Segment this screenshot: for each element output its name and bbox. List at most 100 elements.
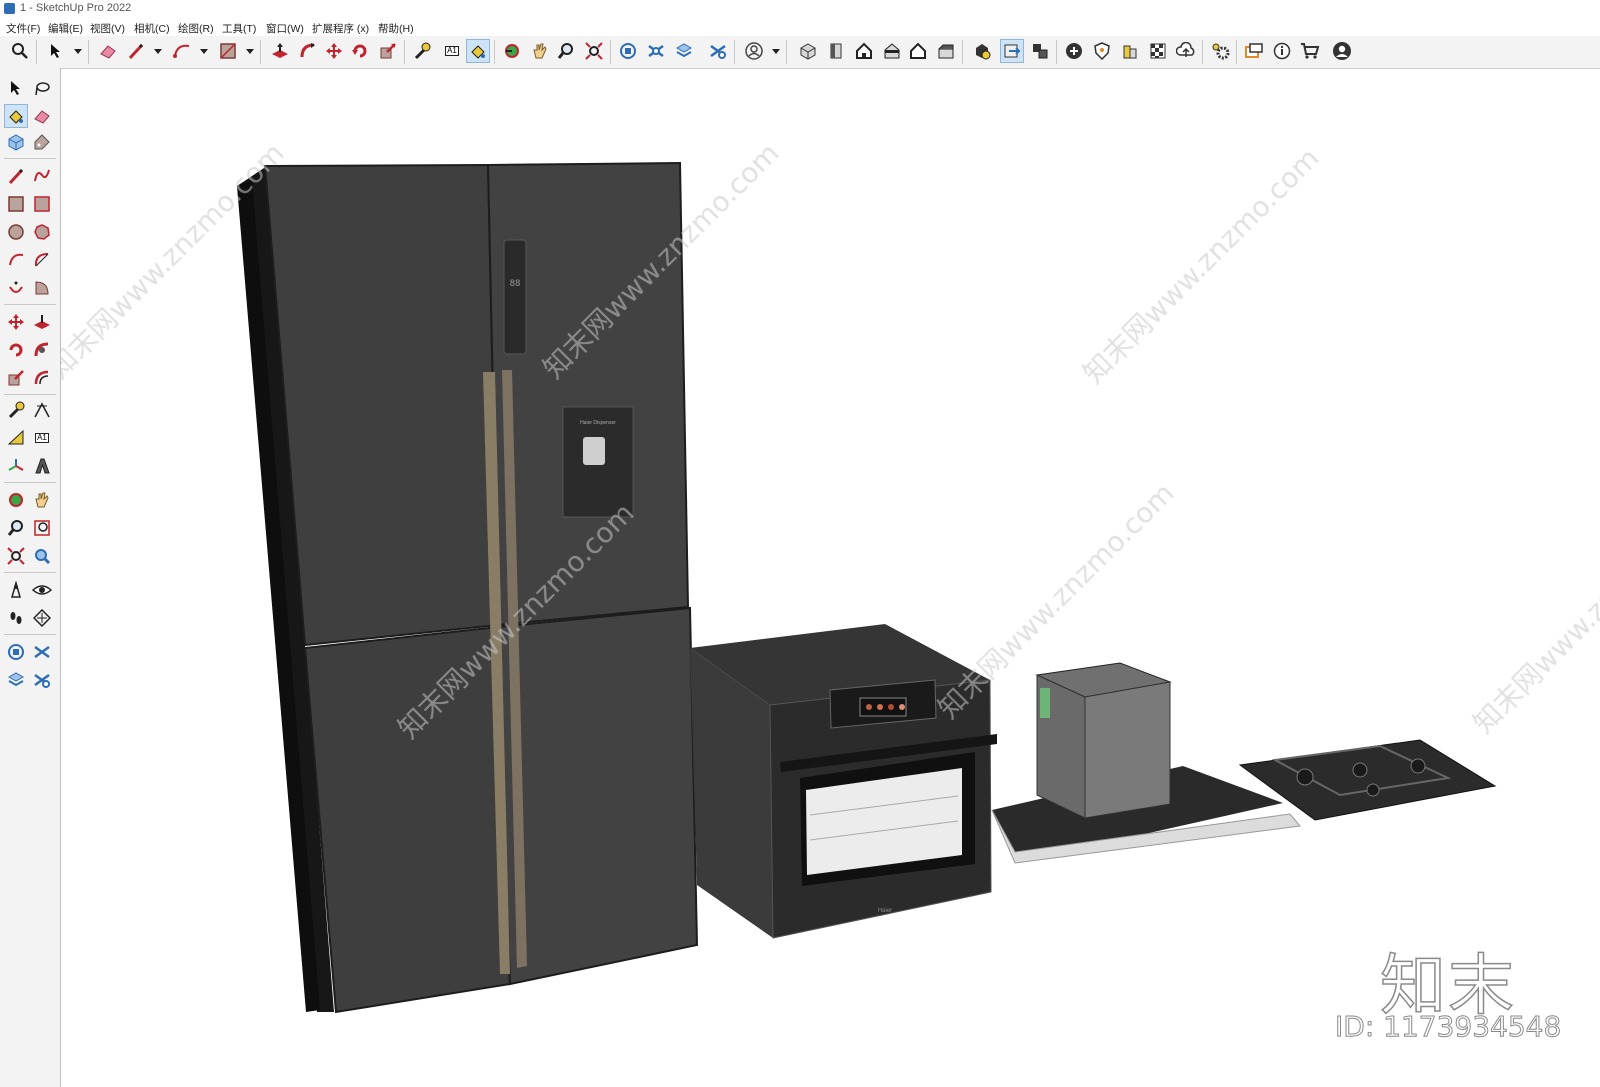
- dimension-tool-icon[interactable]: [30, 398, 54, 422]
- account-icon[interactable]: [742, 39, 766, 63]
- fridge-lower-left-door[interactable]: [303, 625, 512, 1014]
- account-dropdown-icon[interactable]: [772, 49, 780, 54]
- burner-4-icon[interactable]: [1366, 783, 1380, 797]
- add-circle-icon[interactable]: [1062, 39, 1086, 63]
- menu-help[interactable]: 帮助(H): [378, 21, 414, 36]
- follow-me-icon[interactable]: [296, 39, 320, 63]
- shopping-cart-icon[interactable]: [1298, 39, 1322, 63]
- info-icon[interactable]: [1270, 39, 1294, 63]
- polygon-tool-icon[interactable]: [30, 220, 54, 244]
- warehouse-tool-icon[interactable]: [4, 640, 28, 664]
- zoom-window-icon[interactable]: [30, 516, 54, 540]
- previous-view-icon[interactable]: [30, 544, 54, 568]
- rectangle-tool-icon[interactable]: [4, 192, 28, 216]
- zoom-tool-icon[interactable]: [4, 516, 28, 540]
- burner-2-icon[interactable]: [1352, 762, 1368, 778]
- shield-icon[interactable]: [1090, 39, 1114, 63]
- send-to-layout-icon[interactable]: [1028, 39, 1052, 63]
- menu-view[interactable]: 视图(V): [90, 21, 125, 36]
- tag-tool-icon[interactable]: [30, 130, 54, 154]
- line-dropdown-icon[interactable]: [154, 49, 162, 54]
- follow-me-tool-icon[interactable]: [30, 338, 54, 362]
- zoom-search-icon[interactable]: [8, 39, 32, 63]
- move-tool-icon[interactable]: [4, 310, 28, 334]
- extension-manager-tool-icon[interactable]: [30, 668, 54, 692]
- paint-bucket-tool-icon[interactable]: [4, 104, 28, 128]
- left-view-icon[interactable]: [934, 39, 958, 63]
- menu-extensions[interactable]: 扩展程序 (x): [312, 21, 369, 36]
- select-dropdown-icon[interactable]: [74, 49, 82, 54]
- dispenser-paddle[interactable]: [583, 437, 605, 465]
- 3d-text-tool-icon[interactable]: [30, 454, 54, 478]
- rotate-tool-icon[interactable]: [4, 338, 28, 362]
- menu-edit[interactable]: 编辑(E): [48, 21, 83, 36]
- zoom-icon[interactable]: [554, 39, 578, 63]
- tape-measure-tool-icon[interactable]: [4, 398, 28, 422]
- circle-tool-icon[interactable]: [4, 220, 28, 244]
- section-plane-icon[interactable]: [30, 606, 54, 630]
- menu-tools[interactable]: 工具(T): [222, 21, 256, 36]
- back-view-icon[interactable]: [906, 39, 930, 63]
- front-view-icon[interactable]: [852, 39, 876, 63]
- eraser-tool-icon[interactable]: [30, 104, 54, 128]
- push-pull-icon[interactable]: [268, 39, 292, 63]
- push-pull-tool-icon[interactable]: [30, 310, 54, 334]
- top-view-icon[interactable]: [824, 39, 848, 63]
- warehouse-icon[interactable]: [616, 39, 640, 63]
- make-component-icon[interactable]: [4, 130, 28, 154]
- line-tool-icon[interactable]: [4, 164, 28, 188]
- two-point-arc-icon[interactable]: [30, 248, 54, 272]
- comment-export-icon[interactable]: [1242, 39, 1266, 63]
- arc-dropdown-icon[interactable]: [200, 49, 208, 54]
- scale-icon[interactable]: [376, 39, 400, 63]
- fridge-upper-left-door[interactable]: [263, 163, 500, 647]
- model-info-icon[interactable]: [970, 39, 994, 63]
- cloud-upload-icon[interactable]: [1174, 39, 1198, 63]
- select-arrow-icon[interactable]: [44, 39, 68, 63]
- layers-icon[interactable]: [672, 39, 696, 63]
- orbit-tool-icon[interactable]: [4, 488, 28, 512]
- burner-3-icon[interactable]: [1410, 758, 1426, 774]
- menu-file[interactable]: 文件(F): [6, 21, 40, 36]
- zoom-extents-tool-icon[interactable]: [4, 544, 28, 568]
- extension-manager-icon[interactable]: [706, 39, 730, 63]
- three-point-arc-icon[interactable]: [4, 276, 28, 300]
- building-icon[interactable]: [1118, 39, 1142, 63]
- fridge-control-panel[interactable]: [503, 239, 527, 355]
- freehand-tool-icon[interactable]: [30, 164, 54, 188]
- shape-dropdown-icon[interactable]: [246, 49, 254, 54]
- select-tool-icon[interactable]: [4, 76, 28, 100]
- pie-tool-icon[interactable]: [30, 276, 54, 300]
- tape-measure-icon[interactable]: [410, 39, 434, 63]
- gas-cooktop[interactable]: [1238, 739, 1497, 821]
- extension-warehouse-icon[interactable]: [644, 39, 668, 63]
- pencil-line-icon[interactable]: [124, 39, 148, 63]
- scale-tool-icon[interactable]: [4, 366, 28, 390]
- rotate-icon[interactable]: [348, 39, 372, 63]
- move-icon[interactable]: [322, 39, 346, 63]
- offset-tool-icon[interactable]: [30, 366, 54, 390]
- gears-settings-icon[interactable]: [1208, 39, 1232, 63]
- extension-warehouse-tool-icon[interactable]: [30, 640, 54, 664]
- zoom-extents-icon[interactable]: [582, 39, 606, 63]
- burner-1-icon[interactable]: [1296, 768, 1314, 786]
- model-viewport[interactable]: 88 Haier Dispenser Haier 知末网www.znzmo.co…: [61, 69, 1600, 1087]
- built-in-oven[interactable]: Haier: [690, 624, 997, 939]
- right-view-icon[interactable]: [880, 39, 904, 63]
- menu-window[interactable]: 窗口(W): [266, 21, 304, 36]
- rotated-rectangle-icon[interactable]: [30, 192, 54, 216]
- eraser-icon[interactable]: [96, 39, 120, 63]
- arc-tool-icon[interactable]: [4, 248, 28, 272]
- lasso-select-icon[interactable]: [30, 76, 54, 100]
- user-profile-icon[interactable]: [1330, 39, 1354, 63]
- fridge-lower-right-door[interactable]: [496, 606, 699, 986]
- checker-pattern-icon[interactable]: [1146, 39, 1170, 63]
- pan-hand-icon[interactable]: [528, 39, 552, 63]
- menu-draw[interactable]: 绘图(R): [178, 21, 214, 36]
- walk-footprints-icon[interactable]: [4, 606, 28, 630]
- paint-bucket-icon[interactable]: [466, 39, 490, 63]
- text-label-icon[interactable]: A1: [440, 39, 464, 63]
- position-camera-icon[interactable]: [4, 578, 28, 602]
- scene-export-icon[interactable]: [1000, 39, 1024, 63]
- sketchup-app-icon[interactable]: [4, 3, 15, 14]
